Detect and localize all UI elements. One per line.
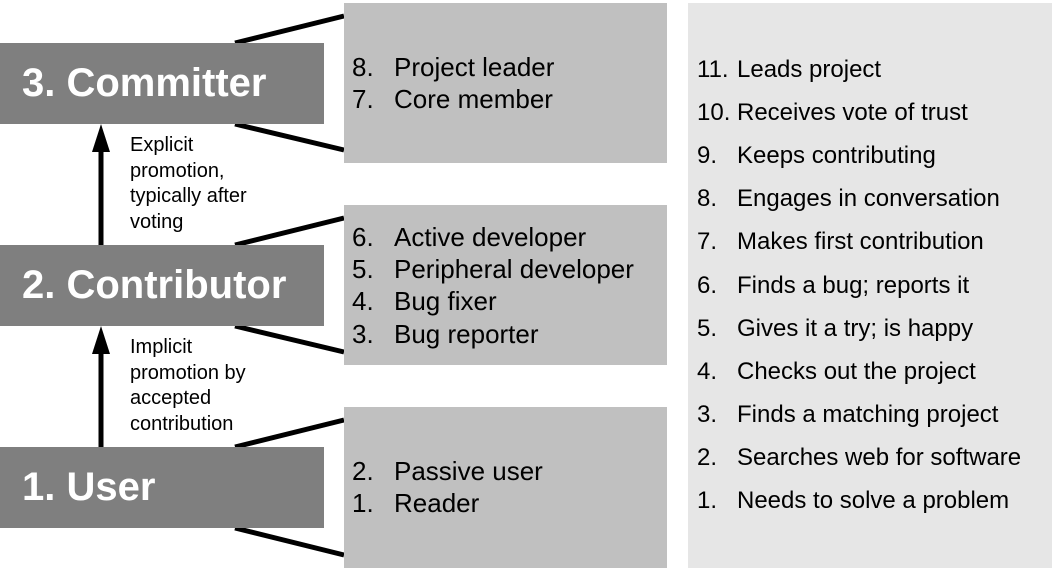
promotion-explicit: Explicit promotion, typically after voti…	[130, 133, 310, 235]
note-line: contribution	[130, 412, 234, 435]
arrow-up-icon	[92, 124, 110, 152]
group-user: 2. Passive user 1. Reader	[344, 407, 667, 568]
group-committer: 8. Project leader 7. Core member	[344, 3, 667, 163]
note-line: typically after	[130, 185, 247, 207]
note-line: promotion,	[130, 159, 225, 182]
note-line: accepted	[130, 387, 212, 409]
role-committer: 3. Committer	[0, 43, 324, 124]
note-line: voting	[130, 210, 184, 233]
note-line: promotion by	[130, 361, 246, 384]
group-contributor: 6. Active developer 5. Peripheral develope…	[344, 205, 667, 365]
steps-panel: 11. Leads project 10. Receives vote of tru…	[688, 3, 1052, 568]
arrow-up-icon	[92, 326, 110, 354]
promotion-implicit: Implicit promotion by accepted contribut…	[130, 335, 310, 437]
role-user: 1. User	[0, 447, 324, 528]
note-line: Explicit	[130, 134, 194, 156]
role-contributor: 2. Contributor	[0, 245, 324, 326]
connector-line	[234, 525, 345, 558]
connector-line	[234, 13, 345, 46]
note-line: Implicit	[130, 336, 193, 358]
